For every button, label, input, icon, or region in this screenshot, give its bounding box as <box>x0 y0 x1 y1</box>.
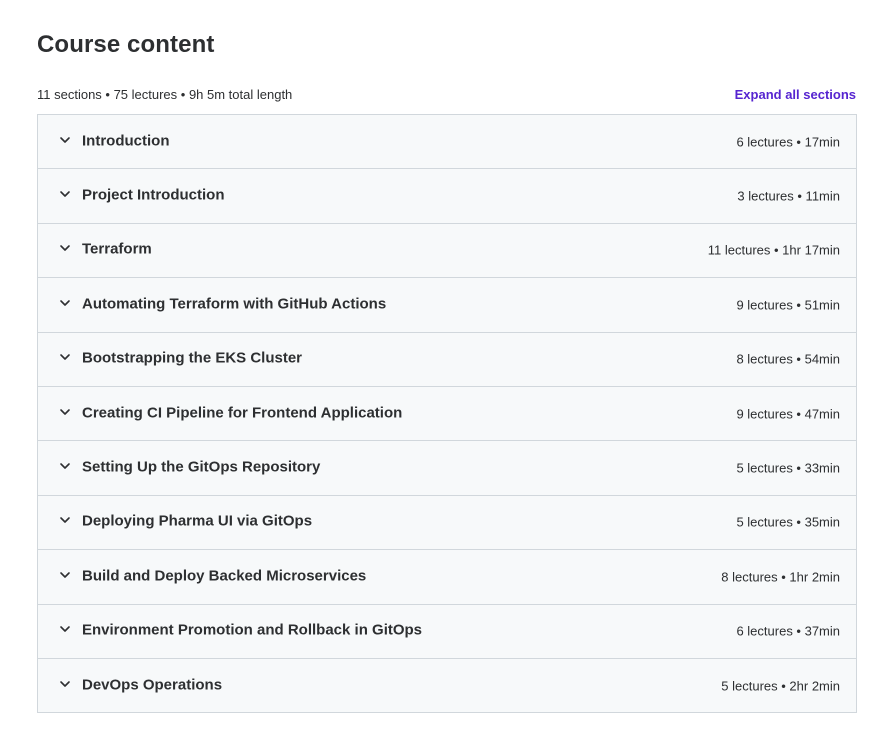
section-row[interactable]: Setting Up the GitOps Repository 5 lectu… <box>38 441 856 496</box>
section-title: Build and Deploy Backed Microservices <box>82 567 367 585</box>
section-row[interactable]: Project Introduction 3 lectures • 11min <box>38 169 856 224</box>
chevron-down-icon <box>58 622 72 636</box>
section-meta: 8 lectures • 54min <box>736 351 840 367</box>
chevron-down-icon <box>58 241 72 255</box>
section-title: Bootstrapping the EKS Cluster <box>82 349 303 367</box>
section-row[interactable]: Environment Promotion and Rollback in Gi… <box>38 604 856 659</box>
chevron-down-icon <box>58 296 72 310</box>
section-title: Deploying Pharma UI via GitOps <box>82 512 313 530</box>
section-title: DevOps Operations <box>82 676 223 694</box>
section-title: Setting Up the GitOps Repository <box>82 458 321 476</box>
section-row[interactable]: Build and Deploy Backed Microservices 8 … <box>38 550 856 605</box>
section-title: Environment Promotion and Rollback in Gi… <box>82 621 423 639</box>
section-meta: 8 lectures • 1hr 2min <box>721 569 840 585</box>
section-meta: 6 lectures • 37min <box>736 623 840 639</box>
expand-all-sections-button[interactable]: Expand all sections <box>735 86 856 104</box>
course-summary-row: 11 sections • 75 lectures • 9h 5m total … <box>37 86 857 104</box>
section-row[interactable]: Terraform 11 lectures • 1hr 17min <box>38 223 856 279</box>
chevron-down-icon <box>58 350 72 364</box>
section-title: Creating CI Pipeline for Frontend Applic… <box>82 404 403 422</box>
page-title: Course content <box>37 31 215 58</box>
chevron-down-icon <box>58 459 72 473</box>
chevron-down-icon <box>58 677 72 691</box>
section-row[interactable]: Deploying Pharma UI via GitOps 5 lecture… <box>38 495 856 551</box>
chevron-down-icon <box>58 513 72 527</box>
section-row[interactable]: Creating CI Pipeline for Frontend Applic… <box>38 386 856 442</box>
section-row[interactable]: Automating Terraform with GitHub Actions… <box>38 278 856 333</box>
chevron-down-icon <box>58 405 72 419</box>
section-row[interactable]: Bootstrapping the EKS Cluster 8 lectures… <box>38 332 856 387</box>
chevron-down-icon <box>58 187 72 201</box>
section-title: Introduction <box>82 132 170 150</box>
course-content-panel: Course content 11 sections • 75 lectures… <box>0 0 891 736</box>
section-meta: 9 lectures • 47min <box>736 406 840 422</box>
sections-list: Introduction 6 lectures • 17min Project … <box>37 114 857 714</box>
section-title: Terraform <box>82 240 152 258</box>
section-meta: 11 lectures • 1hr 17min <box>707 242 840 258</box>
section-meta: 9 lectures • 51min <box>736 297 840 313</box>
section-meta: 6 lectures • 17min <box>736 134 840 150</box>
chevron-down-icon <box>58 133 72 147</box>
section-row[interactable]: Introduction 6 lectures • 17min <box>38 115 856 170</box>
section-meta: 5 lectures • 2hr 2min <box>721 678 840 694</box>
section-title: Project Introduction <box>82 186 225 204</box>
course-summary: 11 sections • 75 lectures • 9h 5m total … <box>37 87 293 102</box>
chevron-down-icon <box>58 568 72 582</box>
section-meta: 5 lectures • 35min <box>736 514 840 530</box>
section-meta: 5 lectures • 33min <box>736 460 840 476</box>
section-title: Automating Terraform with GitHub Actions <box>82 295 387 313</box>
section-meta: 3 lectures • 11min <box>737 188 840 204</box>
section-row[interactable]: DevOps Operations 5 lectures • 2hr 2min <box>38 658 856 714</box>
